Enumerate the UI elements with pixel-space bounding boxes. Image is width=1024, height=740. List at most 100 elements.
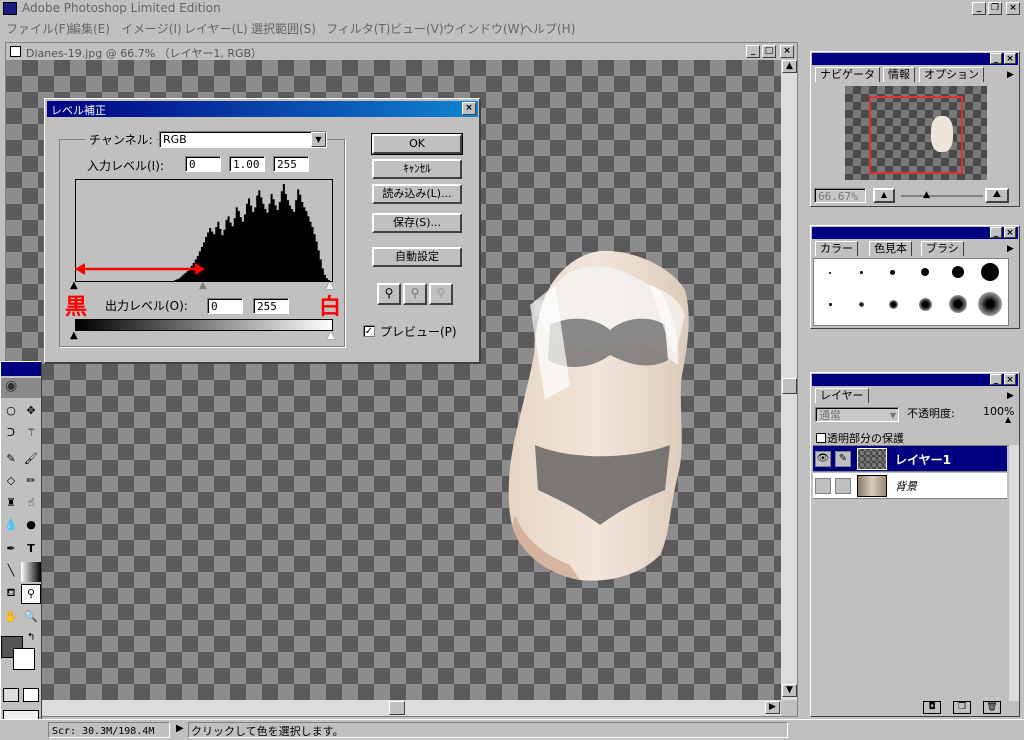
minimize-button[interactable]: _: [972, 2, 986, 15]
preserve-transparency-label[interactable]: 透明部分の保護: [827, 430, 904, 446]
zoom-slider-thumb[interactable]: ▲: [923, 190, 930, 200]
restore-button[interactable]: ❐: [988, 2, 1002, 15]
tab-swatches[interactable]: 色見本: [869, 241, 912, 256]
brush-19[interactable]: [981, 263, 999, 281]
brush-soft-9[interactable]: [919, 298, 932, 311]
navigator-minimize-button[interactable]: _: [990, 53, 1002, 64]
lasso-tool-icon[interactable]: ᑐ: [1, 424, 21, 444]
opacity-slider-thumb[interactable]: ▲: [1005, 415, 1011, 424]
airbrush-tool-icon[interactable]: ✎: [1, 450, 21, 470]
scroll-up-button[interactable]: ▲: [782, 60, 797, 73]
doc-minimize-button[interactable]: _: [746, 45, 760, 58]
photoshop-app-icon[interactable]: [3, 2, 17, 15]
gray-eyedropper-icon[interactable]: ⚲: [403, 283, 427, 305]
black-eyedropper-icon[interactable]: ⚲: [377, 283, 401, 305]
brush-soft-13[interactable]: [949, 295, 967, 313]
output-white-field[interactable]: 255: [253, 298, 289, 314]
stamp-tool-icon[interactable]: ♜: [1, 494, 21, 514]
preview-checkbox[interactable]: ✓: [363, 325, 375, 337]
layers-minimize-button[interactable]: _: [990, 374, 1002, 385]
channel-select[interactable]: RGB ▼: [159, 131, 327, 148]
brush-soft-19[interactable]: [978, 292, 1002, 316]
output-black-slider[interactable]: ▲: [70, 330, 78, 341]
gradient-tool-icon[interactable]: [21, 562, 41, 582]
type-tool-icon[interactable]: T: [21, 540, 41, 560]
navigator-thumbnail[interactable]: [845, 86, 987, 180]
output-black-field[interactable]: 0: [207, 298, 243, 314]
menu-help[interactable]: ヘルプ(H): [521, 20, 575, 37]
brush-1[interactable]: [829, 272, 831, 274]
blend-mode-select[interactable]: 通常 ▼: [815, 407, 899, 422]
line-tool-icon[interactable]: ╲: [1, 562, 21, 582]
brush-soft-1[interactable]: [829, 303, 832, 306]
link-icon[interactable]: [835, 478, 851, 494]
preserve-transparency-checkbox[interactable]: [816, 433, 826, 443]
swap-colors-icon[interactable]: ↰: [27, 632, 35, 643]
dodge-tool-icon[interactable]: ●: [21, 516, 41, 536]
navigator-zoom-field[interactable]: 66.67%: [814, 188, 866, 203]
layer-mask-icon[interactable]: ◘: [923, 701, 941, 714]
layers-scrollbar[interactable]: [1009, 445, 1019, 701]
blur-tool-icon[interactable]: 💧: [1, 516, 21, 536]
smudge-tool-icon[interactable]: ☝: [21, 494, 41, 514]
tab-color[interactable]: カラー: [815, 241, 858, 256]
input-white-field[interactable]: 255: [273, 156, 309, 172]
auto-button[interactable]: 自動設定: [372, 247, 462, 267]
new-layer-icon[interactable]: ❐: [953, 701, 971, 714]
tab-layers[interactable]: レイヤー: [815, 388, 869, 403]
palette-menu-arrow-icon[interactable]: ▶: [1007, 244, 1014, 254]
trash-icon[interactable]: 🗑: [983, 701, 1001, 714]
vertical-scroll-thumb[interactable]: [782, 378, 797, 394]
brush-3[interactable]: [860, 271, 863, 274]
scratch-size-field[interactable]: Scr: 30.3M/198.4M: [48, 722, 170, 738]
tab-options[interactable]: オプション: [919, 67, 984, 82]
magic-wand-tool-icon[interactable]: ⚚: [21, 424, 41, 444]
menu-file[interactable]: ファイル(F): [6, 20, 70, 37]
chevron-down-icon[interactable]: ▼: [311, 132, 326, 147]
menu-image[interactable]: イメージ(I): [121, 20, 182, 37]
close-button[interactable]: ×: [1006, 2, 1020, 15]
scroll-right-button[interactable]: ▶: [765, 701, 780, 714]
background-color-swatch[interactable]: [13, 648, 35, 670]
menu-filter[interactable]: フィルタ(T): [326, 20, 390, 37]
tab-brushes[interactable]: ブラシ: [921, 241, 964, 256]
layers-close-button[interactable]: ×: [1004, 374, 1016, 385]
eyedropper-tool-icon[interactable]: ⚲: [21, 584, 41, 604]
pen-tool-icon[interactable]: ✒: [1, 540, 21, 560]
paint-bucket-tool-icon[interactable]: ⛾: [1, 584, 21, 604]
ok-button[interactable]: OK: [371, 133, 463, 155]
cancel-button[interactable]: ｷｬﾝｾﾙ: [372, 159, 462, 179]
levels-dialog-close-button[interactable]: ×: [462, 102, 476, 115]
doc-maximize-button[interactable]: □: [762, 45, 776, 58]
brush-grid[interactable]: [813, 258, 1009, 326]
input-gamma-slider[interactable]: ▲: [199, 280, 207, 291]
quick-mask-mode-icon[interactable]: [23, 688, 39, 702]
eraser-tool-icon[interactable]: ◇: [1, 472, 21, 492]
menu-view[interactable]: ビュー(V): [390, 20, 444, 37]
white-eyedropper-icon[interactable]: ⚲: [429, 283, 453, 305]
palette-menu-arrow-icon[interactable]: ▶: [1007, 391, 1014, 401]
doc-close-button[interactable]: ×: [780, 45, 794, 58]
brush-soft-3[interactable]: [859, 302, 864, 307]
menu-window[interactable]: ウインドウ(W): [443, 20, 524, 37]
scroll-down-button[interactable]: ▼: [782, 684, 797, 697]
move-tool-icon[interactable]: ✥: [21, 402, 41, 422]
input-slider-track[interactable]: ▲ ▲ ▲: [70, 280, 334, 291]
menu-select[interactable]: 選択範囲(S): [251, 20, 316, 37]
brushes-close-button[interactable]: ×: [1004, 227, 1016, 238]
brush-5[interactable]: [890, 270, 895, 275]
status-arrow-icon[interactable]: ▶: [176, 723, 184, 734]
zoom-in-button[interactable]: ⛰: [985, 188, 1009, 203]
tab-navigator[interactable]: ナビゲータ: [815, 67, 880, 82]
tab-info[interactable]: 情報: [883, 67, 915, 82]
brushes-minimize-button[interactable]: _: [990, 227, 1002, 238]
eye-icon[interactable]: 👁: [815, 451, 831, 467]
pencil-tool-icon[interactable]: ✏: [21, 472, 41, 492]
paintbrush-tool-icon[interactable]: 🖌: [21, 450, 41, 470]
brush-soft-5[interactable]: [889, 300, 898, 309]
palette-menu-arrow-icon[interactable]: ▶: [1007, 70, 1014, 80]
preview-label[interactable]: プレビュー(P): [380, 323, 457, 340]
standard-mode-icon[interactable]: [3, 688, 19, 702]
brush-icon[interactable]: ✎: [835, 451, 851, 467]
brush-13[interactable]: [952, 266, 964, 278]
